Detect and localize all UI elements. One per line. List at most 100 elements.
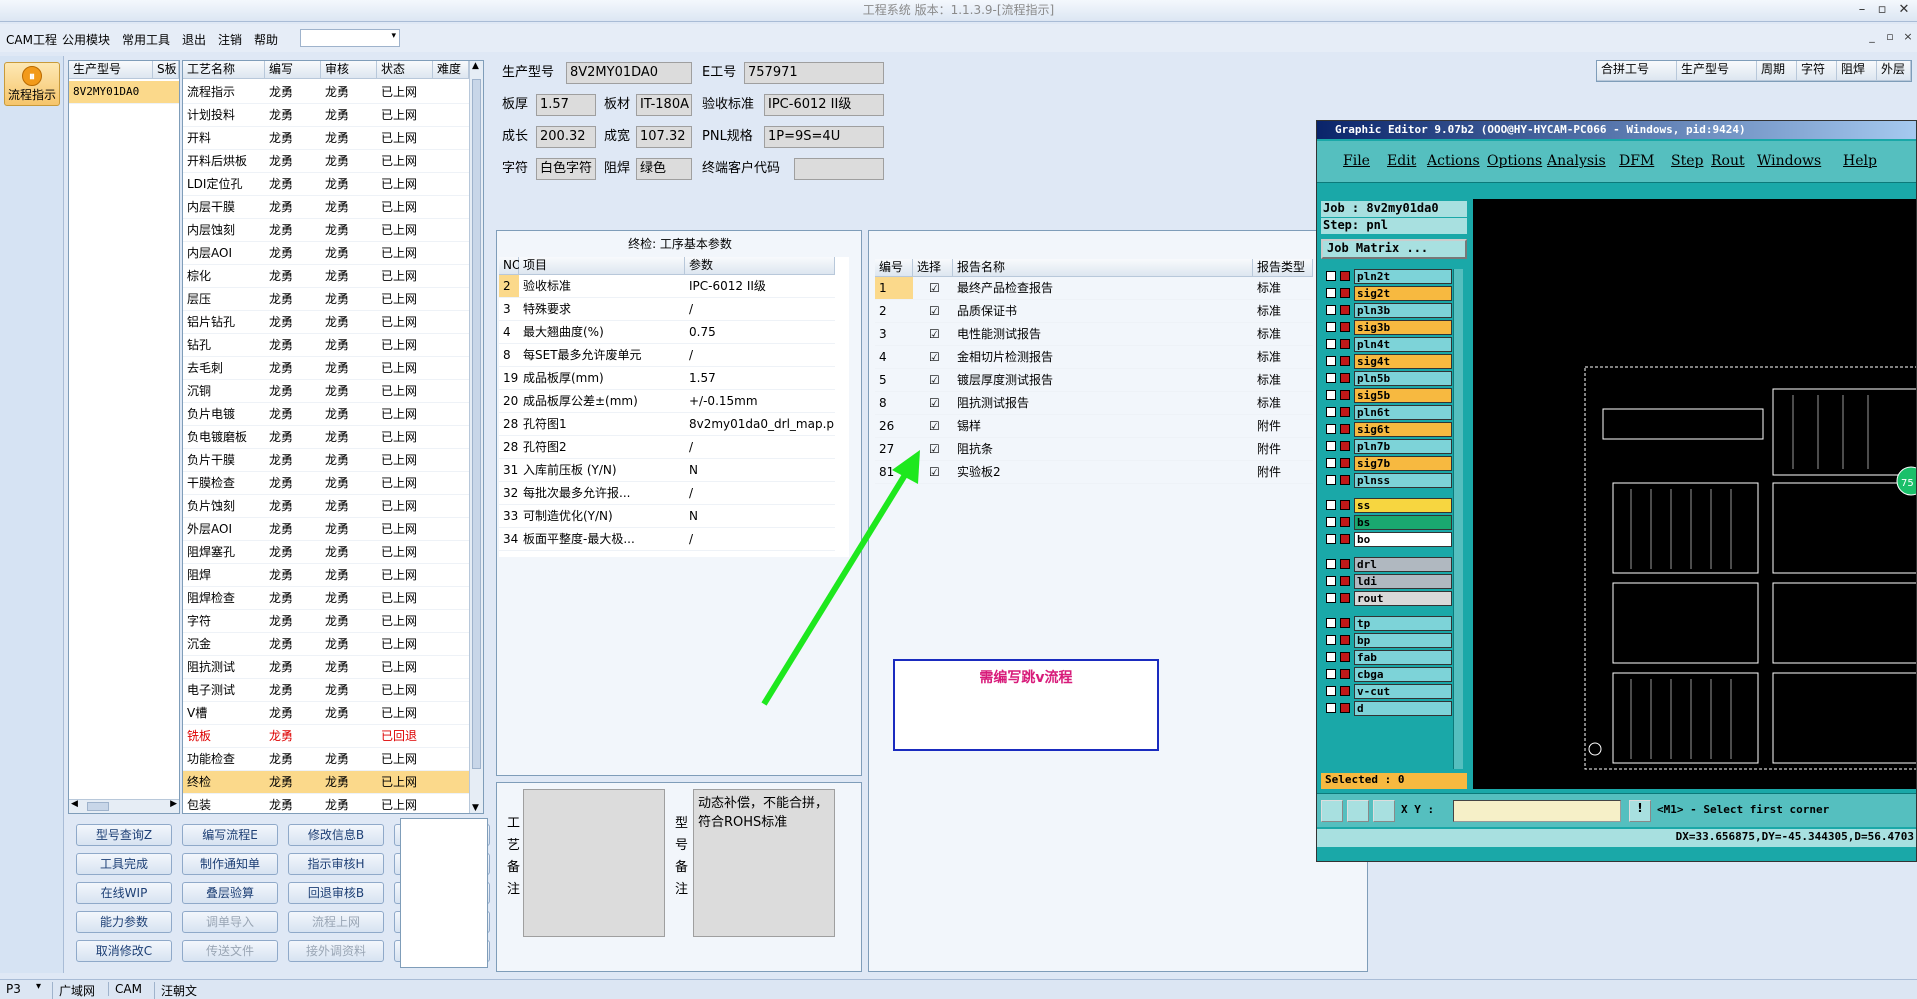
report-checkbox[interactable]: ☑ [925,346,945,368]
menu-help[interactable]: 帮助 [254,31,278,48]
part-col-header[interactable]: 生产型号 [69,61,153,79]
ge-layer-checkbox[interactable] [1326,356,1336,366]
ge-layer-checkbox[interactable] [1326,424,1336,434]
ge-layer-checkbox[interactable] [1326,288,1336,298]
ge-layer-row[interactable]: sig5b [1324,388,1469,403]
report-row[interactable]: 5 ☑ 镀层厚度测试报告 标准 [875,369,1313,392]
params-row[interactable]: 3 特殊要求 / [499,298,835,321]
process-row[interactable]: 电子测试 龙勇 龙勇 已上网 [183,679,469,702]
ge-layer-row[interactable]: sig2t [1324,286,1469,301]
process-row[interactable]: 阻焊 龙勇 龙勇 已上网 [183,564,469,587]
action-button[interactable]: 叠层验算 [182,882,278,904]
ge-layer-checkbox[interactable] [1326,305,1336,315]
process-row[interactable]: 层压 龙勇 龙勇 已上网 [183,288,469,311]
report-row[interactable]: 27 ☑ 阻抗条 附件 [875,438,1313,461]
process-row[interactable]: 去毛刺 龙勇 龙勇 已上网 [183,357,469,380]
params-row[interactable]: 8 每SET最多允许废单元 / [499,344,835,367]
ge-layer-row[interactable]: pln2t [1324,269,1469,284]
ge-grid-icon[interactable] [1373,800,1395,822]
menu-logout[interactable]: 注销 [218,31,242,48]
action-button[interactable]: 编写流程E [182,824,278,846]
action-button[interactable]: 流程上网 [288,911,384,933]
ge-menu-item[interactable]: Options [1487,153,1542,169]
process-header-4[interactable]: 难度 [433,61,469,79]
process-row[interactable]: 终检 龙勇 龙勇 已上网 [183,771,469,794]
action-button[interactable]: 接外调资料 [288,940,384,962]
report-checkbox[interactable]: ☑ [925,323,945,345]
report-checkbox[interactable]: ☑ [925,277,945,299]
ge-layer-checkbox[interactable] [1326,390,1336,400]
craft-remark-field[interactable] [523,789,665,937]
ge-layer-scrollbar[interactable] [1453,269,1463,769]
ge-layer-row[interactable]: bo [1324,532,1469,547]
process-header-2[interactable]: 审核 [321,61,377,79]
ge-layer-checkbox[interactable] [1326,534,1336,544]
menu-exit[interactable]: 退出 [182,31,206,48]
process-row[interactable]: 钻孔 龙勇 龙勇 已上网 [183,334,469,357]
reports-header-2[interactable]: 报告名称 [953,259,1253,277]
ge-layer-row[interactable]: pln3b [1324,303,1469,318]
action-button[interactable]: 调单导入 [182,911,278,933]
process-header-0[interactable]: 工艺名称 [183,61,265,79]
ge-menu-item[interactable]: Step [1671,153,1703,169]
params-row[interactable]: 4 最大翘曲度(%) 0.75 [499,321,835,344]
menu-common[interactable]: 公用模块 [62,31,110,48]
char-field[interactable]: 白色字符 [536,158,596,180]
status-dropdown-icon[interactable]: ▾ [36,981,41,992]
cust-field[interactable] [794,158,884,180]
process-row[interactable]: 负电镀磨板 龙勇 龙勇 已上网 [183,426,469,449]
ge-menu-item[interactable]: File [1343,153,1370,169]
process-row[interactable]: 包装 龙勇 龙勇 已上网 [183,794,469,813]
ge-layer-checkbox[interactable] [1326,271,1336,281]
ge-canvas[interactable]: 75 [1473,199,1916,789]
ge-layer-row[interactable]: bp [1324,633,1469,648]
ge-layer-row[interactable]: ss [1324,498,1469,513]
process-row[interactable]: 阻抗测试 龙勇 龙勇 已上网 [183,656,469,679]
action-button[interactable]: 传送文件 [182,940,278,962]
params-header-1[interactable]: 项目 [519,257,685,275]
mdi-minimize-icon[interactable]: _ [1862,30,1882,43]
ge-menu-item[interactable]: Actions [1427,153,1480,169]
ge-tool-b-icon[interactable] [1347,800,1369,822]
e-field[interactable]: 757971 [744,62,884,84]
merge-header-3[interactable]: 字符 [1797,61,1837,81]
process-row[interactable]: 流程指示 龙勇 龙勇 已上网 [183,81,469,104]
ge-layer-row[interactable]: drl [1324,557,1469,572]
action-button[interactable]: 在线WIP [76,882,172,904]
merge-header-5[interactable]: 外层 [1877,61,1911,81]
report-row[interactable]: 3 ☑ 电性能测试报告 标准 [875,323,1313,346]
status-tab-user[interactable]: 汪朝文 [154,982,203,999]
report-checkbox[interactable]: ☑ [925,415,945,437]
merge-header-1[interactable]: 生产型号 [1677,61,1757,81]
ge-layer-checkbox[interactable] [1326,339,1336,349]
len-field[interactable]: 200.32 [536,126,596,148]
ge-layer-row[interactable]: sig6t [1324,422,1469,437]
flow-indicator-button[interactable]: ⏸ 流程指示 [4,62,60,106]
mdi-close-icon[interactable]: × [1898,30,1917,43]
report-row[interactable]: 81 ☑ 实验板2 附件 [875,461,1313,484]
status-tab-wan[interactable]: 广域网 [52,982,101,999]
ge-layer-checkbox[interactable] [1326,500,1336,510]
ge-layer-checkbox[interactable] [1326,618,1336,628]
process-row[interactable]: 棕化 龙勇 龙勇 已上网 [183,265,469,288]
ge-layer-row[interactable]: sig3b [1324,320,1469,335]
mask-field[interactable]: 绿色 [636,158,692,180]
reports-header-0[interactable]: 编号 [875,259,913,277]
process-row[interactable]: 功能检查 龙勇 龙勇 已上网 [183,748,469,771]
minimize-icon[interactable]: – [1852,0,1872,20]
ge-layer-checkbox[interactable] [1326,441,1336,451]
ge-layer-checkbox[interactable] [1326,669,1336,679]
close-icon[interactable]: ✕ [1894,0,1914,20]
toolbar-combo[interactable]: ▾ [300,29,400,47]
menu-tools[interactable]: 常用工具 [122,31,170,48]
process-row[interactable]: 铣板 龙勇 已回退 [183,725,469,748]
process-row[interactable]: 负片干膜 龙勇 龙勇 已上网 [183,449,469,472]
ge-layer-checkbox[interactable] [1326,458,1336,468]
ge-layer-row[interactable]: pln7b [1324,439,1469,454]
mdi-restore-icon[interactable]: ▫ [1880,30,1900,43]
type-remark-field[interactable]: 动态补偿，不能合拼，符合ROHS标准 [693,789,835,937]
process-row[interactable]: 开料后烘板 龙勇 龙勇 已上网 [183,150,469,173]
action-button[interactable]: 制作通知单 [182,853,278,875]
ge-layer-checkbox[interactable] [1326,686,1336,696]
process-vscrollbar[interactable]: ▲ ▼ [469,61,483,813]
